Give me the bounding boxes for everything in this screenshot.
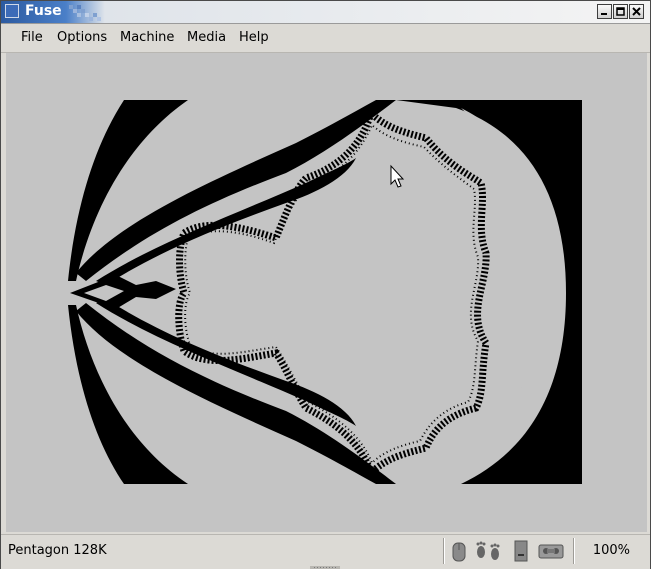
menu-options[interactable]: Options bbox=[57, 30, 107, 46]
menu-media[interactable]: Media bbox=[187, 30, 226, 46]
minimize-icon bbox=[601, 13, 607, 15]
status-bar: Pentagon 128K 100% bbox=[1, 534, 650, 569]
main-window: Fuse File Options Machine Media Help Pen… bbox=[0, 0, 651, 569]
zoom-level: 100% bbox=[592, 543, 630, 558]
tape-icon bbox=[538, 544, 564, 559]
machine-type-label: Pentagon 128K bbox=[8, 543, 107, 558]
disk-drive-icon bbox=[514, 540, 528, 562]
menu-bar: File Options Machine Media Help bbox=[1, 24, 650, 53]
title-bar[interactable]: Fuse bbox=[1, 1, 650, 24]
minimize-button[interactable] bbox=[597, 4, 612, 19]
maximize-icon bbox=[616, 7, 625, 16]
status-separator bbox=[573, 538, 575, 564]
menu-file[interactable]: File bbox=[21, 30, 43, 46]
close-button[interactable] bbox=[629, 4, 644, 19]
close-icon bbox=[632, 7, 641, 16]
title-decoration-icon bbox=[69, 5, 101, 21]
status-separator bbox=[443, 538, 445, 564]
app-icon[interactable] bbox=[5, 4, 19, 18]
window-title: Fuse bbox=[25, 3, 62, 19]
emulator-screen[interactable] bbox=[6, 53, 647, 532]
maximize-button[interactable] bbox=[613, 4, 628, 19]
menu-machine[interactable]: Machine bbox=[120, 30, 174, 46]
joystick-footprints-icon bbox=[476, 541, 500, 560]
fractal-image bbox=[6, 53, 647, 532]
menu-help[interactable]: Help bbox=[239, 30, 269, 46]
mouse-icon bbox=[452, 542, 466, 562]
